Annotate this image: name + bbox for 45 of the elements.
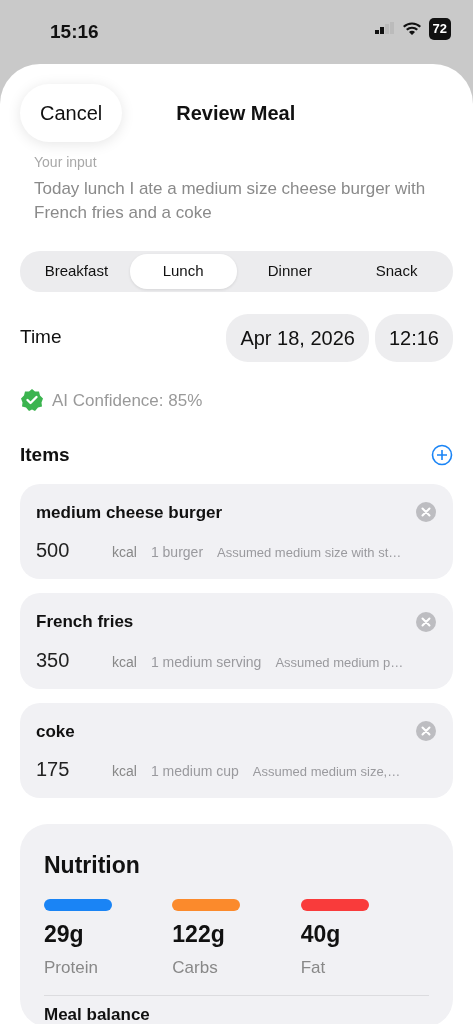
remove-icon[interactable]: [415, 610, 437, 633]
signal-icon: [374, 21, 395, 36]
input-label: Your input: [34, 153, 98, 172]
note-text: Assumed medium p…: [275, 653, 404, 672]
section-title: Meal balance: [44, 1003, 151, 1024]
remove-icon[interactable]: [415, 720, 437, 743]
portion-text: 1 burger: [150, 543, 204, 562]
note-text: Assumed medium size with st…: [217, 544, 402, 562]
screen-title: Review Meal: [176, 101, 296, 126]
meal-tab[interactable]: Lunch: [129, 254, 237, 289]
macro-value: 29g: [44, 919, 85, 949]
note-text: Assumed medium size,…: [252, 763, 401, 781]
macro-label: Fat: [300, 957, 327, 979]
wifi-icon: [402, 21, 421, 36]
portion-text: 1 medium cup: [150, 762, 239, 781]
cancel-button[interactable]: Cancel: [20, 84, 123, 142]
unit-label: kcal: [112, 652, 137, 672]
portion-text: 1 medium serving: [150, 652, 262, 672]
meal-tab[interactable]: Snack: [343, 254, 450, 289]
calorie-value: 175: [36, 757, 71, 782]
item-name: medium cheese burger: [36, 501, 223, 524]
calorie-value: 350: [36, 647, 71, 673]
remove-icon[interactable]: [415, 501, 437, 524]
macro-value: 40g: [300, 919, 342, 949]
date-picker[interactable]: Apr 18, 2026: [226, 313, 369, 362]
meal-tab[interactable]: Breakfast: [23, 254, 130, 289]
add-icon[interactable]: [431, 444, 453, 467]
item-name: French fries: [36, 611, 134, 633]
item-name: coke: [36, 720, 75, 743]
verified-badge-icon: [20, 388, 44, 413]
macro-label: Carbs: [172, 957, 219, 979]
time-picker[interactable]: 12:16: [374, 313, 453, 362]
section-title: Items: [20, 443, 70, 467]
time-label: Time: [20, 325, 62, 350]
status-time: 15:16: [50, 20, 99, 44]
card-title: Nutrition: [44, 851, 141, 880]
calorie-value: 500: [36, 538, 71, 563]
confidence-text: AI Confidence: 85%: [52, 389, 203, 412]
meal-tab[interactable]: Dinner: [236, 254, 344, 289]
unit-label: kcal: [112, 762, 137, 781]
input-text: Today lunch I ate a medium size cheese burger with French fries and a coke: [34, 178, 427, 224]
unit-label: kcal: [112, 543, 137, 562]
battery-level: 72: [428, 18, 451, 40]
macro-label: Protein: [44, 957, 99, 979]
macro-value: 122g: [172, 919, 226, 949]
